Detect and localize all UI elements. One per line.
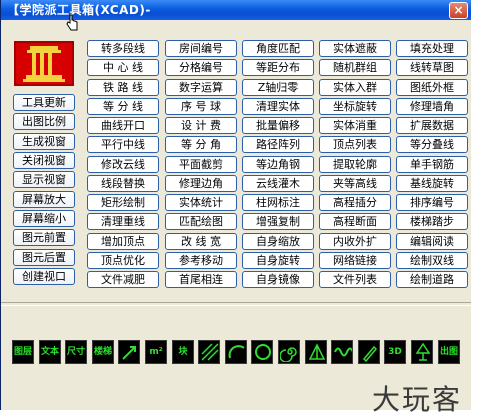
watermark-logo: 大玩客: [372, 383, 463, 416]
tool-button-r6-c3[interactable]: 路径阵列: [242, 136, 314, 153]
left-button-7[interactable]: 屏幕缩小: [13, 210, 75, 227]
tool-button-r9-c3[interactable]: 柱网标注: [242, 194, 314, 211]
tool-button-r13-c2[interactable]: 首尾相连: [165, 271, 237, 288]
tool-button-r1-c2[interactable]: 房间编号: [165, 40, 237, 57]
tool-button-r1-c4[interactable]: 实体遮蔽: [319, 40, 391, 57]
tool-button-r2-c3[interactable]: 等距分布: [242, 59, 314, 76]
left-button-4[interactable]: 关闭视窗: [13, 152, 75, 169]
tool-button-r9-c1[interactable]: 矩形绘制: [87, 194, 159, 211]
tool-button-r8-c1[interactable]: 线段替换: [87, 175, 159, 192]
tool-button-r8-c4[interactable]: 夹等高线: [319, 175, 391, 192]
tool-button-r4-c4[interactable]: 坐标旋转: [319, 98, 391, 115]
tool-button-r6-c4[interactable]: 顶点列表: [319, 136, 391, 153]
tool-button-r5-c3[interactable]: 批量偏移: [242, 117, 314, 134]
3d-icon[interactable]: 3D: [384, 340, 406, 364]
tool-button-r11-c3[interactable]: 自身缩放: [242, 233, 314, 250]
tool-button-r9-c4[interactable]: 高程插分: [319, 194, 391, 211]
brush-icon[interactable]: [358, 340, 380, 364]
tool-button-r4-c3[interactable]: 清理实体: [242, 98, 314, 115]
pyramid-icon[interactable]: [305, 340, 327, 364]
left-button-10[interactable]: 创建视口: [13, 268, 75, 285]
tool-button-r12-c5[interactable]: 绘制双线: [396, 252, 468, 269]
tool-button-r2-c4[interactable]: 随机群组: [319, 59, 391, 76]
tool-button-r13-c5[interactable]: 绘制道路: [396, 271, 468, 288]
left-button-6[interactable]: 屏幕放大: [13, 191, 75, 208]
tool-button-r11-c1[interactable]: 增加顶点: [87, 233, 159, 250]
tool-button-r4-c5[interactable]: 修理墙角: [396, 98, 468, 115]
tool-button-r7-c2[interactable]: 平面截剪: [165, 156, 237, 173]
tool-button-r12-c4[interactable]: 网络链接: [319, 252, 391, 269]
dimension-icon[interactable]: 尺寸: [65, 340, 87, 364]
tool-button-r3-c5[interactable]: 图纸外框: [396, 79, 468, 96]
left-button-3[interactable]: 生成视窗: [13, 133, 75, 150]
tool-button-r7-c1[interactable]: 修改云线: [87, 156, 159, 173]
tool-button-r4-c1[interactable]: 等 分 线: [87, 98, 159, 115]
arc-icon[interactable]: [225, 340, 247, 364]
spiral-icon[interactable]: [278, 340, 300, 364]
tool-button-r13-c4[interactable]: 文件列表: [319, 271, 391, 288]
tool-button-r8-c3[interactable]: 云线灌木: [242, 175, 314, 192]
tree-icon[interactable]: [411, 340, 433, 364]
close-button[interactable]: ×: [449, 2, 468, 19]
tool-button-r4-c2[interactable]: 序 号 球: [165, 98, 237, 115]
block-icon[interactable]: 块: [172, 340, 194, 364]
left-button-5[interactable]: 显示视窗: [13, 171, 75, 188]
tool-button-r13-c1[interactable]: 文件减肥: [87, 271, 159, 288]
tool-button-r12-c3[interactable]: 自身旋转: [242, 252, 314, 269]
tool-button-r10-c4[interactable]: 高程断面: [319, 213, 391, 230]
tool-button-r8-c5[interactable]: 基线旋转: [396, 175, 468, 192]
tool-button-r7-c3[interactable]: 等边角钢: [242, 156, 314, 173]
tool-button-r13-c3[interactable]: 自身镜像: [242, 271, 314, 288]
tool-button-r2-c5[interactable]: 线转草图: [396, 59, 468, 76]
logo-icon: [14, 41, 74, 86]
tool-button-r6-c2[interactable]: 等 分 角: [165, 136, 237, 153]
tool-button-r6-c5[interactable]: 等分叠线: [396, 136, 468, 153]
tool-button-r5-c5[interactable]: 扩展数据: [396, 117, 468, 134]
tool-button-r11-c2[interactable]: 改 线 宽: [165, 233, 237, 250]
tool-button-r6-c1[interactable]: 平行中线: [87, 136, 159, 153]
tool-button-r12-c1[interactable]: 顶点优化: [87, 252, 159, 269]
hand-cursor-icon: [66, 14, 78, 31]
tool-button-r9-c2[interactable]: 实体统计: [165, 194, 237, 211]
tool-button-r10-c1[interactable]: 清理重线: [87, 213, 159, 230]
tool-button-r3-c3[interactable]: Z轴归零: [242, 79, 314, 96]
tool-button-r2-c2[interactable]: 分格编号: [165, 59, 237, 76]
tool-button-r7-c5[interactable]: 单手钢筋: [396, 156, 468, 173]
hatch-icon[interactable]: [198, 340, 220, 364]
left-button-2[interactable]: 出图比例: [13, 113, 75, 130]
stairs-icon[interactable]: 楼梯: [92, 340, 114, 364]
tool-button-r5-c1[interactable]: 曲线开口: [87, 117, 159, 134]
tool-button-r10-c3[interactable]: 增强复制: [242, 213, 314, 230]
xcad-toolbox-window: 【学院派工具箱(XCAD)- × 工具更新出图比例生成视窗关闭视窗显示视窗屏幕放…: [0, 0, 471, 410]
left-button-1[interactable]: 工具更新: [13, 94, 75, 111]
tool-button-r10-c5[interactable]: 楼梯踏步: [396, 213, 468, 230]
tool-button-r1-c3[interactable]: 角度匹配: [242, 40, 314, 57]
tool-button-r10-c2[interactable]: 匹配绘图: [165, 213, 237, 230]
area-icon[interactable]: m²: [145, 340, 167, 364]
wave-icon[interactable]: [331, 340, 353, 364]
left-button-9[interactable]: 图元后置: [13, 249, 75, 266]
title-bar[interactable]: 【学院派工具箱(XCAD)- ×: [1, 0, 471, 31]
left-button-8[interactable]: 图元前置: [13, 229, 75, 246]
tool-button-r5-c4[interactable]: 实体消重: [319, 117, 391, 134]
tool-button-r9-c5[interactable]: 排序编号: [396, 194, 468, 211]
tool-button-r12-c2[interactable]: 参考移动: [165, 252, 237, 269]
arrow-icon[interactable]: [118, 340, 140, 364]
text-icon[interactable]: 文本: [39, 340, 61, 364]
tool-button-r3-c1[interactable]: 铁 路 线: [87, 79, 159, 96]
tool-button-r8-c2[interactable]: 修理边角: [165, 175, 237, 192]
tool-button-r1-c5[interactable]: 填充处理: [396, 40, 468, 57]
output-icon[interactable]: 出图: [438, 340, 460, 364]
tool-button-r3-c4[interactable]: 实体入群: [319, 79, 391, 96]
tool-button-r3-c2[interactable]: 数字运算: [165, 79, 237, 96]
tool-button-r11-c5[interactable]: 编辑阅读: [396, 233, 468, 250]
circle-icon[interactable]: [251, 340, 273, 364]
tool-button-r11-c4[interactable]: 内收外扩: [319, 233, 391, 250]
tool-button-r7-c4[interactable]: 提取轮廓: [319, 156, 391, 173]
divider: [1, 302, 471, 306]
tool-button-r5-c2[interactable]: 设 计 费: [165, 117, 237, 134]
layer-icon[interactable]: 图层: [12, 340, 34, 364]
tool-button-r1-c1[interactable]: 转多段线: [87, 40, 159, 57]
tool-button-r2-c1[interactable]: 中 心 线: [87, 59, 159, 76]
